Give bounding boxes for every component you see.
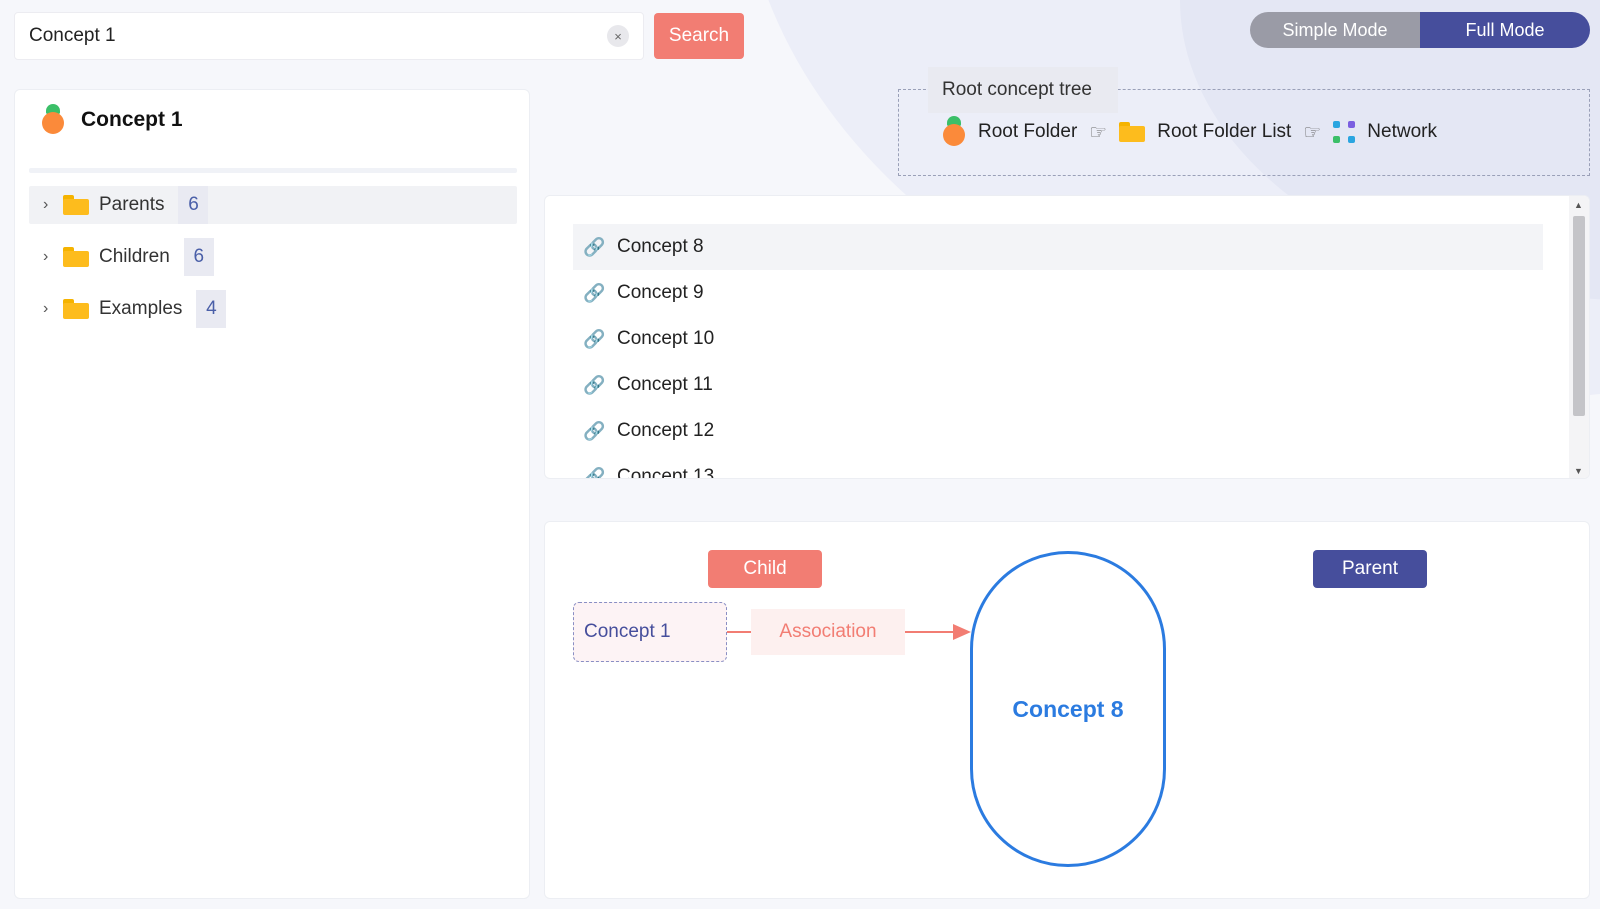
- chevron-right-icon: ›: [43, 196, 49, 213]
- group-label: Parents: [99, 194, 165, 215]
- target-node[interactable]: Concept 8: [970, 551, 1166, 867]
- pointing-hand-icon: ☞: [1303, 121, 1322, 144]
- link-icon: 🔗: [583, 420, 606, 441]
- root-folder-list-link[interactable]: Root Folder List: [1157, 121, 1291, 143]
- group-examples[interactable]: › Examples 4: [29, 290, 517, 328]
- relation-graph: Child Parent Concept 1 Association Conce…: [544, 521, 1590, 899]
- clear-icon[interactable]: ×: [607, 25, 629, 47]
- list-item[interactable]: 🔗 Concept 12: [573, 408, 1543, 454]
- mode-switch: Simple Mode Full Mode: [1250, 12, 1590, 48]
- list-item[interactable]: 🔗 Concept 9: [573, 270, 1543, 316]
- list-item-label: Concept 9: [617, 282, 704, 303]
- group-label: Examples: [99, 298, 183, 319]
- folder-icon: [1119, 122, 1146, 142]
- full-mode-button[interactable]: Full Mode: [1420, 12, 1590, 48]
- chevron-right-icon: ›: [43, 300, 49, 317]
- link-icon: 🔗: [583, 374, 606, 395]
- folder-icon: [63, 247, 89, 267]
- list-item-label: Concept 12: [617, 420, 715, 441]
- count-badge: 6: [178, 186, 209, 224]
- list-item-label: Concept 11: [617, 374, 713, 395]
- edge-line: [905, 631, 955, 633]
- concept-header: Concept 1: [41, 104, 183, 136]
- pointing-hand-icon: ☞: [1089, 121, 1108, 144]
- concept-panel: Concept 1 › Parents 6 › Children 6 › Exa…: [14, 89, 530, 899]
- search-button[interactable]: Search: [654, 13, 744, 59]
- link-icon: 🔗: [583, 236, 606, 257]
- folder-icon: [63, 299, 89, 319]
- simple-mode-button[interactable]: Simple Mode: [1250, 12, 1420, 48]
- chevron-right-icon: ›: [43, 248, 49, 265]
- source-node[interactable]: Concept 1: [573, 602, 727, 662]
- related-concepts-list: 🔗 Concept 8 🔗 Concept 9 🔗 Concept 10 🔗 C…: [544, 195, 1590, 479]
- concept-title: Concept 1: [81, 108, 183, 131]
- divider: [29, 168, 517, 173]
- list-scrollbar[interactable]: ▲ ▼: [1569, 196, 1589, 478]
- root-tree-links: Root Folder ☞ Root Folder List ☞ Network: [942, 116, 1437, 148]
- child-badge: Child: [708, 550, 822, 588]
- network-link[interactable]: Network: [1367, 121, 1437, 143]
- arrow-head-icon: [953, 624, 971, 640]
- network-icon: [1333, 121, 1356, 143]
- root-folder-link[interactable]: Root Folder: [978, 121, 1077, 143]
- group-children[interactable]: › Children 6: [29, 238, 517, 276]
- list-item-label: Concept 8: [617, 236, 704, 257]
- link-icon: 🔗: [583, 282, 606, 303]
- list-item-label: Concept 13: [617, 466, 715, 479]
- edge-label: Association: [751, 609, 905, 655]
- parent-badge: Parent: [1313, 550, 1427, 588]
- scroll-up-icon[interactable]: ▲: [1574, 200, 1583, 210]
- list-item-label: Concept 10: [617, 328, 715, 349]
- list-item[interactable]: 🔗 Concept 11: [573, 362, 1543, 408]
- group-parents[interactable]: › Parents 6: [29, 186, 517, 224]
- list-item[interactable]: 🔗 Concept 10: [573, 316, 1543, 362]
- list-item[interactable]: 🔗 Concept 8: [573, 224, 1543, 270]
- link-icon: 🔗: [583, 328, 606, 349]
- scrollbar-thumb[interactable]: [1573, 216, 1585, 416]
- pineapple-icon: [41, 104, 65, 136]
- search-box[interactable]: ×: [14, 12, 644, 60]
- group-label: Children: [99, 246, 170, 267]
- count-badge: 6: [183, 238, 214, 276]
- scroll-down-icon[interactable]: ▼: [1574, 466, 1583, 476]
- link-icon: 🔗: [583, 466, 606, 479]
- list-item[interactable]: 🔗 Concept 13: [573, 454, 1543, 479]
- edge-line: [727, 631, 751, 633]
- root-tree-title: Root concept tree: [928, 67, 1118, 113]
- pineapple-icon: [942, 116, 966, 148]
- folder-icon: [63, 195, 89, 215]
- list-items: 🔗 Concept 8 🔗 Concept 9 🔗 Concept 10 🔗 C…: [573, 224, 1543, 479]
- search-input[interactable]: [29, 25, 607, 47]
- concept-groups: › Parents 6 › Children 6 › Examples 4: [29, 186, 517, 342]
- count-badge: 4: [196, 290, 227, 328]
